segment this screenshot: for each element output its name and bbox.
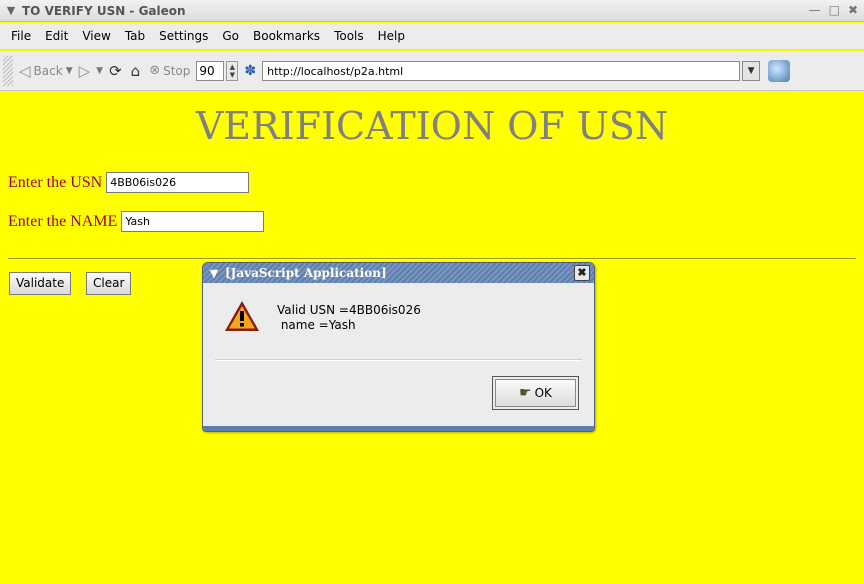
page-heading: VERIFICATION OF USN bbox=[195, 104, 669, 148]
window-title: TO VERIFY USN - Galeon bbox=[22, 3, 186, 18]
ok-button[interactable]: ☛ OK bbox=[492, 376, 579, 410]
warning-icon bbox=[225, 301, 259, 331]
dialog-separator bbox=[215, 359, 582, 361]
forward-arrow-icon: ▷ bbox=[78, 61, 91, 80]
menu-view[interactable]: View bbox=[75, 29, 117, 43]
ok-hand-icon: ☛ bbox=[519, 385, 532, 401]
menu-file[interactable]: File bbox=[4, 29, 38, 43]
maximize-icon[interactable]: □ bbox=[829, 3, 840, 17]
name-label: Enter the NAME bbox=[8, 212, 118, 230]
url-history-dropdown-icon[interactable]: ▼ bbox=[742, 60, 761, 81]
toolbar-grip-handle[interactable] bbox=[3, 55, 13, 86]
name-input[interactable] bbox=[121, 211, 265, 232]
back-label: Back bbox=[33, 63, 63, 78]
menu-tools[interactable]: Tools bbox=[327, 29, 371, 43]
site-favicon-icon: ✽ bbox=[244, 62, 257, 79]
dialog-close-icon[interactable]: ✖ bbox=[574, 265, 590, 281]
reload-button[interactable]: ⟳ bbox=[109, 62, 125, 80]
url-input[interactable]: http://localhost/p2a.html bbox=[262, 60, 741, 81]
ok-label: OK bbox=[534, 386, 552, 400]
window-menu-icon[interactable]: ▼ bbox=[0, 4, 22, 17]
clear-button[interactable]: Clear bbox=[86, 272, 132, 295]
zoom-stepper[interactable]: ▲ ▼ bbox=[226, 60, 239, 81]
home-icon: ⌂ bbox=[130, 61, 141, 80]
dialog-message-line2: name =Yash bbox=[277, 318, 356, 332]
stop-icon: ⊗ bbox=[149, 63, 161, 78]
stop-label: Stop bbox=[163, 63, 191, 78]
dialog-bottom-border bbox=[203, 426, 594, 431]
zoom-input[interactable]: 90 bbox=[196, 60, 225, 81]
zoom-down-icon[interactable]: ▼ bbox=[230, 71, 235, 79]
menu-bookmarks[interactable]: Bookmarks bbox=[246, 29, 327, 43]
browser-throbber-icon bbox=[768, 59, 791, 82]
forward-button[interactable]: ▷ ▼ bbox=[79, 62, 103, 80]
back-arrow-icon: ◁ bbox=[19, 61, 31, 80]
reload-icon: ⟳ bbox=[109, 61, 122, 80]
dialog-message: Valid USN =4BB06is026 name =Yash bbox=[277, 303, 421, 333]
menu-bar: File Edit View Tab Settings Go Bookmarks… bbox=[0, 23, 864, 50]
close-icon[interactable]: ✖ bbox=[848, 3, 858, 17]
menu-tab[interactable]: Tab bbox=[118, 29, 152, 43]
name-row: Enter the NAME bbox=[8, 211, 265, 232]
usn-input[interactable] bbox=[106, 172, 250, 193]
usn-label: Enter the USN bbox=[8, 173, 103, 191]
dialog-title: [JavaScript Application] bbox=[225, 266, 387, 280]
menu-settings[interactable]: Settings bbox=[152, 29, 215, 43]
validate-button[interactable]: Validate bbox=[9, 272, 72, 295]
forward-history-dropdown-icon[interactable]: ▼ bbox=[96, 66, 103, 76]
home-button[interactable]: ⌂ bbox=[131, 62, 144, 80]
ok-button-face[interactable]: ☛ OK bbox=[495, 379, 576, 407]
dialog-message-line1: Valid USN =4BB06is026 bbox=[277, 303, 421, 317]
window-controls: — □ ✖ bbox=[809, 3, 858, 17]
stop-button[interactable]: ⊗ Stop bbox=[149, 63, 190, 78]
navigation-toolbar: ◁ Back ▼ ▷ ▼ ⟳ ⌂ ⊗ Stop 90 ▲ ▼ ✽ http://… bbox=[0, 51, 864, 91]
zoom-up-icon[interactable]: ▲ bbox=[230, 63, 235, 71]
dialog-menu-icon[interactable]: ▼ bbox=[203, 267, 225, 280]
window-titlebar: ▼ TO VERIFY USN - Galeon — □ ✖ bbox=[0, 0, 864, 22]
menu-edit[interactable]: Edit bbox=[38, 29, 75, 43]
minimize-icon[interactable]: — bbox=[809, 3, 821, 17]
javascript-alert-dialog: ▼ [JavaScript Application] ✖ Valid USN =… bbox=[202, 262, 595, 432]
horizontal-divider bbox=[8, 258, 856, 260]
dialog-titlebar: ▼ [JavaScript Application] ✖ bbox=[203, 263, 594, 283]
back-button[interactable]: ◁ Back ▼ bbox=[19, 62, 73, 80]
usn-row: Enter the USN bbox=[8, 172, 250, 193]
menu-help[interactable]: Help bbox=[371, 29, 412, 43]
back-history-dropdown-icon[interactable]: ▼ bbox=[66, 66, 73, 76]
menu-go[interactable]: Go bbox=[215, 29, 246, 43]
